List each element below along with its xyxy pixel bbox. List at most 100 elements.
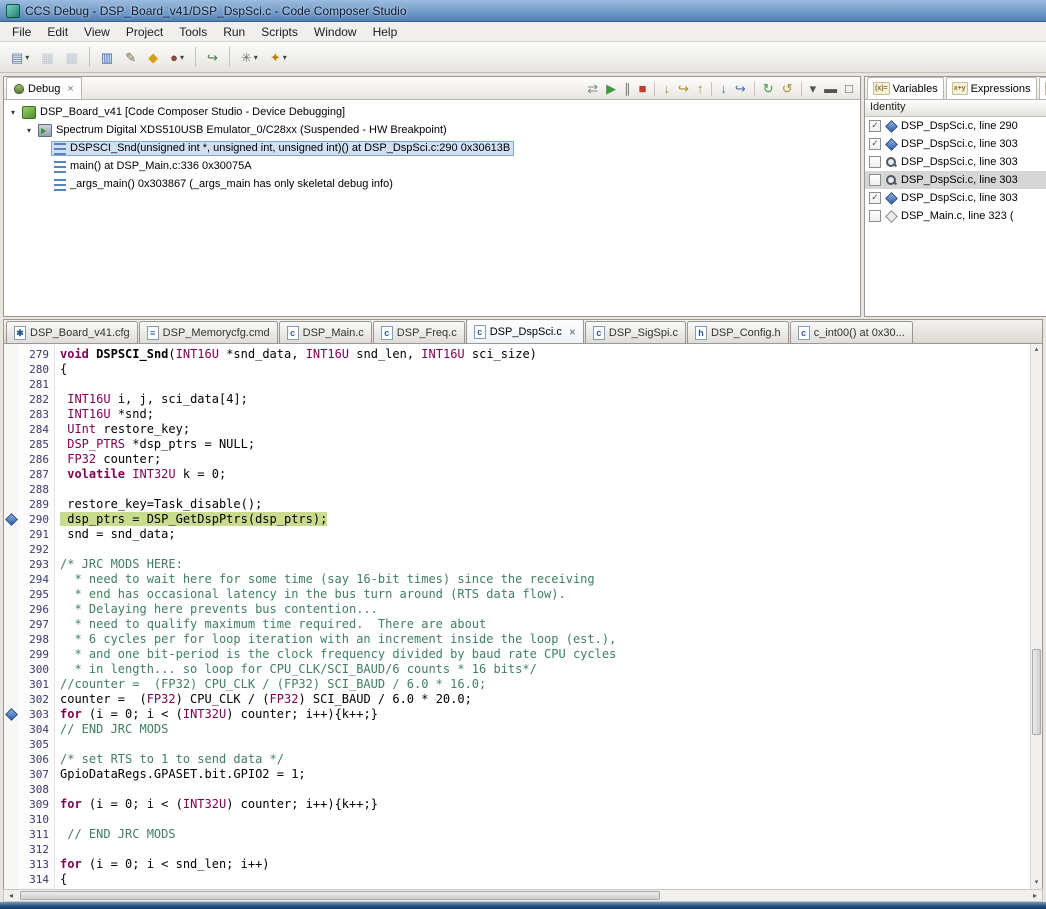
gutter-marker-cell[interactable] xyxy=(4,602,19,617)
code-line[interactable]: dsp_ptrs = DSP_GetDspPtrs(dsp_ptrs); xyxy=(60,512,1042,527)
gutter-marker-cell[interactable] xyxy=(4,617,19,632)
close-icon[interactable]: × xyxy=(67,83,73,95)
scroll-down-icon[interactable]: ▾ xyxy=(1031,877,1042,889)
code-line[interactable]: INT16U *snd; xyxy=(60,407,1042,422)
menu-project[interactable]: Project xyxy=(118,23,171,41)
gutter-marker-cell[interactable] xyxy=(4,422,19,437)
flash-button[interactable]: ◆ xyxy=(143,45,163,69)
menu-window[interactable]: Window xyxy=(306,23,365,41)
step-into-button[interactable]: ↓ xyxy=(661,81,672,96)
annotation-ruler[interactable] xyxy=(4,344,19,889)
restart-button[interactable]: ↻ xyxy=(761,81,776,96)
code-line[interactable] xyxy=(60,377,1042,392)
gutter-marker-cell[interactable] xyxy=(4,497,19,512)
menu-file[interactable]: File xyxy=(4,23,39,41)
identity-column-header[interactable]: Identity xyxy=(865,100,1046,117)
tab-expressions[interactable]: x+y Expressions xyxy=(945,77,1037,99)
gutter-marker-cell[interactable] xyxy=(4,752,19,767)
code-line[interactable]: // END JRC MODS xyxy=(60,827,1042,842)
breakpoint-row[interactable]: ✓ DSP_DspSci.c, line 290 xyxy=(865,117,1046,135)
code-line[interactable]: FP32 counter; xyxy=(60,452,1042,467)
debug-tree-row[interactable]: ▾ Spectrum Digital XDS510USB Emulator_0/C… xyxy=(4,121,860,139)
menu-run[interactable]: Run xyxy=(215,23,253,41)
expand-arrow-icon[interactable]: ▾ xyxy=(23,126,35,135)
new-button[interactable]: ▤ ▾ xyxy=(6,45,34,69)
gutter-marker-cell[interactable] xyxy=(4,482,19,497)
gutter-marker-cell[interactable] xyxy=(4,347,19,362)
terminate-button[interactable]: ■ xyxy=(637,81,649,96)
step-over-button[interactable]: ↪ xyxy=(676,81,691,96)
breakpoint-row[interactable]: ✓ DSP_DspSci.c, line 303 xyxy=(865,135,1046,153)
code-line[interactable]: DSP_PTRS *dsp_ptrs = NULL; xyxy=(60,437,1042,452)
debug-tree-row[interactable]: _args_main() 0x303867 (_args_main has on… xyxy=(4,175,860,193)
gutter-marker-cell[interactable] xyxy=(4,527,19,542)
gutter-marker-cell[interactable] xyxy=(4,377,19,392)
gutter-marker-cell[interactable] xyxy=(4,857,19,872)
code-line[interactable]: * need to wait here for some time (say 1… xyxy=(60,572,1042,587)
code-line[interactable]: for (i = 0; i < snd_len; i++) xyxy=(60,857,1042,872)
gutter-marker-cell[interactable] xyxy=(4,842,19,857)
menu-help[interactable]: Help xyxy=(365,23,406,41)
debug-tree-row[interactable]: DSPSCI_Snd(unsigned int *, unsigned int,… xyxy=(4,139,860,157)
gutter-marker-cell[interactable] xyxy=(4,407,19,422)
scroll-left-icon[interactable]: ◂ xyxy=(4,890,18,901)
gutter-marker-cell[interactable] xyxy=(4,677,19,692)
code-line[interactable] xyxy=(60,842,1042,857)
editor-tab-dsp-dspsci-c[interactable]: c DSP_DspSci.c × xyxy=(465,320,584,343)
editor-tab-dsp-config-h[interactable]: h DSP_Config.h xyxy=(686,321,789,343)
editor-tab-dsp-sigspi-c[interactable]: c DSP_SigSpi.c xyxy=(584,321,686,343)
menu-view[interactable]: View xyxy=(76,23,118,41)
gutter-marker-cell[interactable] xyxy=(4,767,19,782)
gutter-marker-cell[interactable] xyxy=(4,797,19,812)
gutter-marker-cell[interactable] xyxy=(4,827,19,842)
dropdown-arrow-icon[interactable]: ▾ xyxy=(283,53,287,62)
code-line[interactable]: * in length... so loop for CPU_CLK/SCI_B… xyxy=(60,662,1042,677)
code-line[interactable]: UInt restore_key; xyxy=(60,422,1042,437)
breakpoint-checkbox[interactable]: ✓ xyxy=(869,120,881,132)
resume-button[interactable]: ▶ xyxy=(604,81,618,96)
gutter-marker-cell[interactable] xyxy=(4,647,19,662)
code-area[interactable]: void DSPSCI_Snd(INT16U *snd_data, INT16U… xyxy=(55,344,1042,889)
code-line[interactable]: restore_key=Task_disable(); xyxy=(60,497,1042,512)
gutter-marker-cell[interactable] xyxy=(4,632,19,647)
code-line[interactable] xyxy=(60,737,1042,752)
code-line[interactable]: GpioDataRegs.GPASET.bit.GPIO2 = 1; xyxy=(60,767,1042,782)
code-line[interactable]: * need to qualify maximum time required.… xyxy=(60,617,1042,632)
editor-hscrollbar[interactable]: ◂ ▸ xyxy=(3,889,1043,902)
gutter-marker-cell[interactable] xyxy=(4,467,19,482)
menu-tools[interactable]: Tools xyxy=(171,23,215,41)
gutter-marker-cell[interactable] xyxy=(4,452,19,467)
editor-tab-dsp-memorycfg-cmd[interactable]: ≡ DSP_Memorycfg.cmd xyxy=(138,321,278,343)
code-line[interactable]: // END JRC MODS xyxy=(60,722,1042,737)
gutter-marker-cell[interactable] xyxy=(4,737,19,752)
editor-vscrollbar[interactable]: ▴ ▾ xyxy=(1030,344,1042,889)
breakpoint-row[interactable]: DSP_DspSci.c, line 303 xyxy=(865,171,1046,189)
dropdown-arrow-icon[interactable]: ▾ xyxy=(25,53,29,62)
code-line[interactable]: { xyxy=(60,872,1042,887)
gutter-marker-cell[interactable] xyxy=(4,362,19,377)
code-line[interactable]: * end has occasional latency in the bus … xyxy=(60,587,1042,602)
minimize-view-button[interactable]: ▬ xyxy=(822,81,839,96)
gutter-marker-cell[interactable] xyxy=(4,392,19,407)
debug-tree-row[interactable]: ▾ DSP_Board_v41 [Code Composer Studio - D… xyxy=(4,103,860,121)
refresh-button[interactable]: ↺ xyxy=(780,81,795,96)
breakpoint-checkbox[interactable] xyxy=(869,174,881,186)
tab-variables[interactable]: (x)= Variables xyxy=(867,77,944,99)
jump-to-button[interactable]: ↪ xyxy=(202,45,223,69)
maximize-view-button[interactable]: □ xyxy=(843,81,855,96)
assembly-step-into-button[interactable]: ↓ xyxy=(718,81,729,96)
scroll-right-icon[interactable]: ▸ xyxy=(1028,890,1042,901)
breakpoint-row[interactable]: DSP_DspSci.c, line 303 xyxy=(865,153,1046,171)
trace-button[interactable]: ✳ ▾ xyxy=(236,45,263,69)
step-return-button[interactable]: ↑ xyxy=(695,81,706,96)
code-line[interactable]: * and one bit-period is the clock freque… xyxy=(60,647,1042,662)
scroll-up-icon[interactable]: ▴ xyxy=(1031,344,1042,356)
breakpoint-checkbox[interactable]: ✓ xyxy=(869,138,881,150)
editor-tab-dsp-board-v41-cfg[interactable]: ✱ DSP_Board_v41.cfg xyxy=(6,321,138,343)
menu-scripts[interactable]: Scripts xyxy=(253,23,306,41)
vscroll-thumb[interactable] xyxy=(1032,649,1041,736)
gutter-marker-cell[interactable] xyxy=(4,812,19,827)
breakpoint-checkbox[interactable] xyxy=(869,210,881,222)
editor-tab-c-int00-at-0x30[interactable]: c c_int00() at 0x30... xyxy=(789,321,913,343)
breakpoint-checkbox[interactable]: ✓ xyxy=(869,192,881,204)
